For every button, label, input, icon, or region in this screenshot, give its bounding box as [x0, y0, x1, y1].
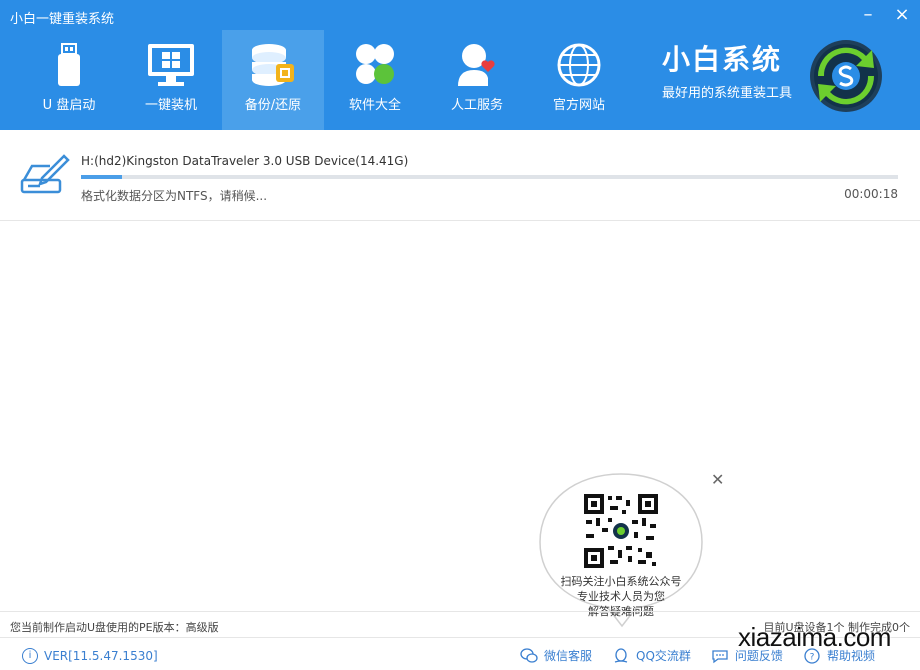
globe-icon	[557, 43, 601, 87]
progress-fill	[81, 175, 122, 179]
feedback-chat-icon	[712, 649, 728, 663]
progress-bar	[81, 175, 898, 179]
link-qq-group[interactable]: QQ交流群	[612, 647, 691, 664]
link-wechat-label: 微信客服	[544, 649, 593, 663]
minimize-button[interactable]: –	[860, 6, 876, 24]
close-button[interactable]: ×	[894, 6, 910, 24]
qr-popup: 扫码关注小白系统公众号 专业技术人员为您 解答疑难问题	[536, 470, 706, 630]
version-text: VER[11.5.47.1530]	[44, 649, 158, 663]
nav-software[interactable]: 软件大全	[324, 30, 426, 130]
nav-support-label: 人工服务	[450, 98, 503, 113]
window-controls: – ×	[860, 6, 910, 24]
nav-backup-restore-label: 备份/还原	[244, 98, 302, 113]
task-status: 格式化数据分区为NTFS，请稍候...	[81, 189, 268, 203]
app-title: 小白一键重装系统	[10, 12, 115, 27]
nav-usb-boot-label: U 盘启动	[42, 98, 96, 113]
link-qq-label: QQ交流群	[636, 649, 691, 663]
popup-line-1: 扫码关注小白系统公众号	[560, 575, 682, 588]
title-bar-header: 小白一键重装系统 – × U 盘启动 一键装机 备份/还原 软件大全 人工服务 …	[0, 0, 920, 130]
wechat-icon	[520, 647, 538, 663]
version-info[interactable]: i VER[11.5.47.1530]	[22, 648, 158, 664]
brand-logo-icon	[810, 40, 882, 112]
qq-icon	[614, 647, 628, 663]
qr-code-icon	[582, 492, 660, 570]
link-wechat-support[interactable]: 微信客服	[520, 647, 592, 664]
nav-one-click-install-label: 一键装机	[144, 98, 197, 113]
nav-official-site[interactable]: 官方网站	[528, 30, 630, 130]
nav-official-site-label: 官方网站	[552, 98, 605, 113]
usb-drive-icon	[58, 43, 80, 86]
brand-name: 小白系统	[662, 43, 783, 76]
pe-version-text: 您当前制作启动U盘使用的PE版本：高级版	[10, 621, 219, 634]
nav-software-label: 软件大全	[348, 98, 401, 113]
info-icon: i	[22, 648, 38, 664]
clover-apps-icon	[356, 44, 394, 84]
elapsed-time: 00:00:18	[844, 187, 898, 201]
svg-text:?: ?	[810, 652, 815, 662]
brand-slogan: 最好用的系统重装工具	[662, 86, 793, 101]
brand: 小白系统 最好用的系统重装工具	[662, 43, 793, 102]
drive-edit-icon	[20, 154, 70, 194]
device-name: H:(hd2)Kingston DataTraveler 3.0 USB Dev…	[81, 154, 409, 168]
nav-one-click-install[interactable]: 一键装机	[120, 30, 222, 130]
nav-usb-boot[interactable]: U 盘启动	[18, 30, 120, 130]
main-nav: U 盘启动 一键装机 备份/还原 软件大全 人工服务 官方网站	[18, 30, 630, 130]
nav-backup-restore[interactable]: 备份/还原	[222, 30, 324, 130]
popup-close-button[interactable]: ✕	[711, 470, 724, 489]
watermark-text: xiazaima.com	[738, 622, 891, 652]
windows-monitor-icon	[148, 44, 194, 86]
nav-support[interactable]: 人工服务	[426, 30, 528, 130]
popup-line-2: 专业技术人员为您	[577, 590, 665, 603]
task-row: H:(hd2)Kingston DataTraveler 3.0 USB Dev…	[0, 130, 920, 221]
database-backup-icon	[252, 44, 294, 86]
support-person-heart-icon	[458, 44, 495, 86]
